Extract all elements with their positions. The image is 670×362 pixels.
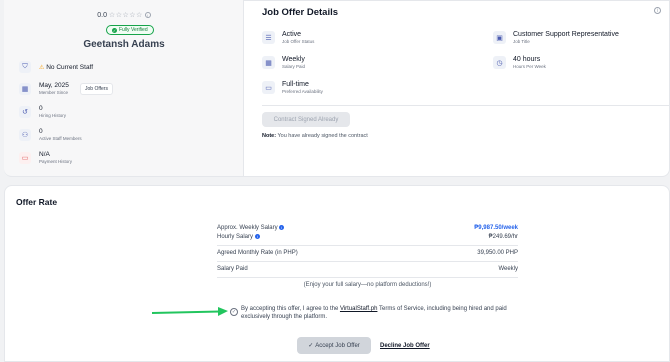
weekly-salary-label: Approx. Weekly Salary xyxy=(217,225,278,232)
monitor-icon: ▭ xyxy=(262,81,275,94)
divider xyxy=(217,277,518,278)
job-offers-button[interactable]: Job Offers xyxy=(80,83,113,95)
rating-info-icon[interactable]: i xyxy=(144,12,151,19)
active-staff-row: ⚇ 0 Active Staff Members xyxy=(19,128,82,141)
status-label: Job Offer Status xyxy=(282,39,315,44)
terms-checkbox[interactable]: ✓ xyxy=(230,308,238,316)
weekly-salary-value: ₱9,987.50/week xyxy=(474,225,518,231)
briefcase-icon: ▣ xyxy=(493,31,506,44)
preferred-availability: ▭ Full-time Preferred Availability xyxy=(262,81,323,94)
check-icon: ✓ xyxy=(308,343,314,349)
star-rating-icon: ☆☆☆☆☆ xyxy=(108,12,143,19)
hiring-history-value: 0 xyxy=(39,105,43,112)
staff-status: No Current Staff xyxy=(46,63,94,71)
weekly-salary-row: Approx. Weekly Salary i ₱9,987.50/week xyxy=(217,225,518,231)
terms-link[interactable]: VirtualStaff.ph xyxy=(340,306,377,312)
info-icon[interactable]: i xyxy=(654,7,661,14)
shield-icon: ⛉ xyxy=(19,61,31,73)
job-title-value: Customer Support Representative xyxy=(513,31,619,38)
hiring-history-row: ↺ 0 Hiring History xyxy=(19,105,66,118)
info-icon[interactable]: i xyxy=(254,234,260,239)
salary-paid-label: Salary Paid xyxy=(217,266,248,272)
note-label: Note: xyxy=(262,133,277,139)
divider xyxy=(262,105,670,106)
job-offer-details-title: Job Offer Details xyxy=(262,7,339,18)
salary-paid-value: Weekly xyxy=(282,56,305,63)
status-value: Active xyxy=(282,31,302,38)
hours-value: 40 hours xyxy=(513,56,541,63)
salary-paid-value: Weekly xyxy=(498,266,518,272)
monthly-rate-row: Agreed Monthly Rate (in PHP) 39,950.00 P… xyxy=(217,250,518,256)
credit-card-icon: ▭ xyxy=(19,151,31,164)
member-since-label: Member Since xyxy=(39,90,69,95)
verified-label: Fully Verified xyxy=(119,27,148,33)
employer-name: Geetansh Adams xyxy=(83,39,165,50)
hours-label: Hours Per Week xyxy=(513,64,546,69)
member-since-value: May, 2025 xyxy=(39,82,69,89)
history-icon: ↺ xyxy=(19,105,31,118)
divider xyxy=(217,245,518,246)
offer-rate-card xyxy=(4,185,670,362)
salary-paid-row: Salary Paid Weekly xyxy=(217,266,518,272)
contract-signed-button[interactable]: Contract Signed Already xyxy=(262,112,350,127)
hourly-salary-value: ₱249.69/hr xyxy=(488,234,518,240)
contract-note: Note: You have already signed the contra… xyxy=(262,133,368,139)
rating: 0.0 ☆☆☆☆☆ i xyxy=(4,11,244,19)
staff-status-row: ⛉ ⚠ No Current Staff xyxy=(19,61,93,73)
active-staff-value: 0 xyxy=(39,128,43,135)
arrow-icon xyxy=(152,307,228,316)
calendar-icon: ▦ xyxy=(262,56,275,69)
job-offer-status: ☰ Active Job Offer Status xyxy=(262,31,314,44)
job-title: ▣ Customer Support Representative Job Ti… xyxy=(493,31,619,44)
terms-prefix: By accepting this offer, I agree to the xyxy=(241,306,340,312)
info-icon[interactable]: i xyxy=(279,225,285,230)
monthly-rate-label: Agreed Monthly Rate (in PHP) xyxy=(217,250,298,256)
hiring-history-label: Hiring History xyxy=(39,113,67,118)
rating-value: 0.0 xyxy=(97,12,107,19)
hourly-salary-label: Hourly Salary xyxy=(217,234,254,241)
employer-profile-panel: 0.0 ☆☆☆☆☆ i ✓ Fully Verified Geetansh Ad… xyxy=(4,0,244,177)
divider xyxy=(217,261,518,262)
warning-icon: ⚠ xyxy=(39,64,45,71)
offer-rate-title: Offer Rate xyxy=(16,197,58,207)
calendar-icon: ▦ xyxy=(19,82,31,95)
active-staff-label: Active Staff Members xyxy=(39,136,82,141)
salary-paid: ▦ Weekly Salary Paid xyxy=(262,56,305,69)
note-text: You have already signed the contract xyxy=(277,133,368,139)
salary-paid-label: Salary Paid xyxy=(282,64,306,69)
availability-value: Full-time xyxy=(282,81,309,88)
member-since-row: ▦ May, 2025 Member Since xyxy=(19,82,69,95)
users-icon: ⚇ xyxy=(19,128,31,141)
job-title-label: Job Title xyxy=(513,39,530,44)
payment-history-value: N/A xyxy=(39,151,50,158)
accept-job-offer-button[interactable]: ✓ Accept Job Offer xyxy=(297,337,371,354)
verified-badge: ✓ Fully Verified xyxy=(106,25,154,35)
list-icon: ☰ xyxy=(262,31,275,44)
payment-history-label: Payment History xyxy=(39,159,73,164)
availability-label: Preferred Availability xyxy=(282,89,323,94)
check-icon: ✓ xyxy=(112,27,117,33)
decline-job-offer-link[interactable]: Decline Job Offer xyxy=(380,343,430,349)
hours-per-week: ◷ 40 hours Hours Per Week xyxy=(493,56,546,69)
monthly-rate-value: 39,950.00 PHP xyxy=(477,250,518,256)
no-deductions-note: (Enjoy your full salary—no platform dedu… xyxy=(303,282,432,288)
hourly-salary-row: Hourly Salary i ₱249.69/hr xyxy=(217,234,518,240)
payment-history-row: ▭ N/A Payment History xyxy=(19,151,72,164)
clock-icon: ◷ xyxy=(493,56,506,69)
terms-text: By accepting this offer, I agree to the … xyxy=(241,305,511,321)
accept-label: Accept Job Offer xyxy=(315,342,360,349)
